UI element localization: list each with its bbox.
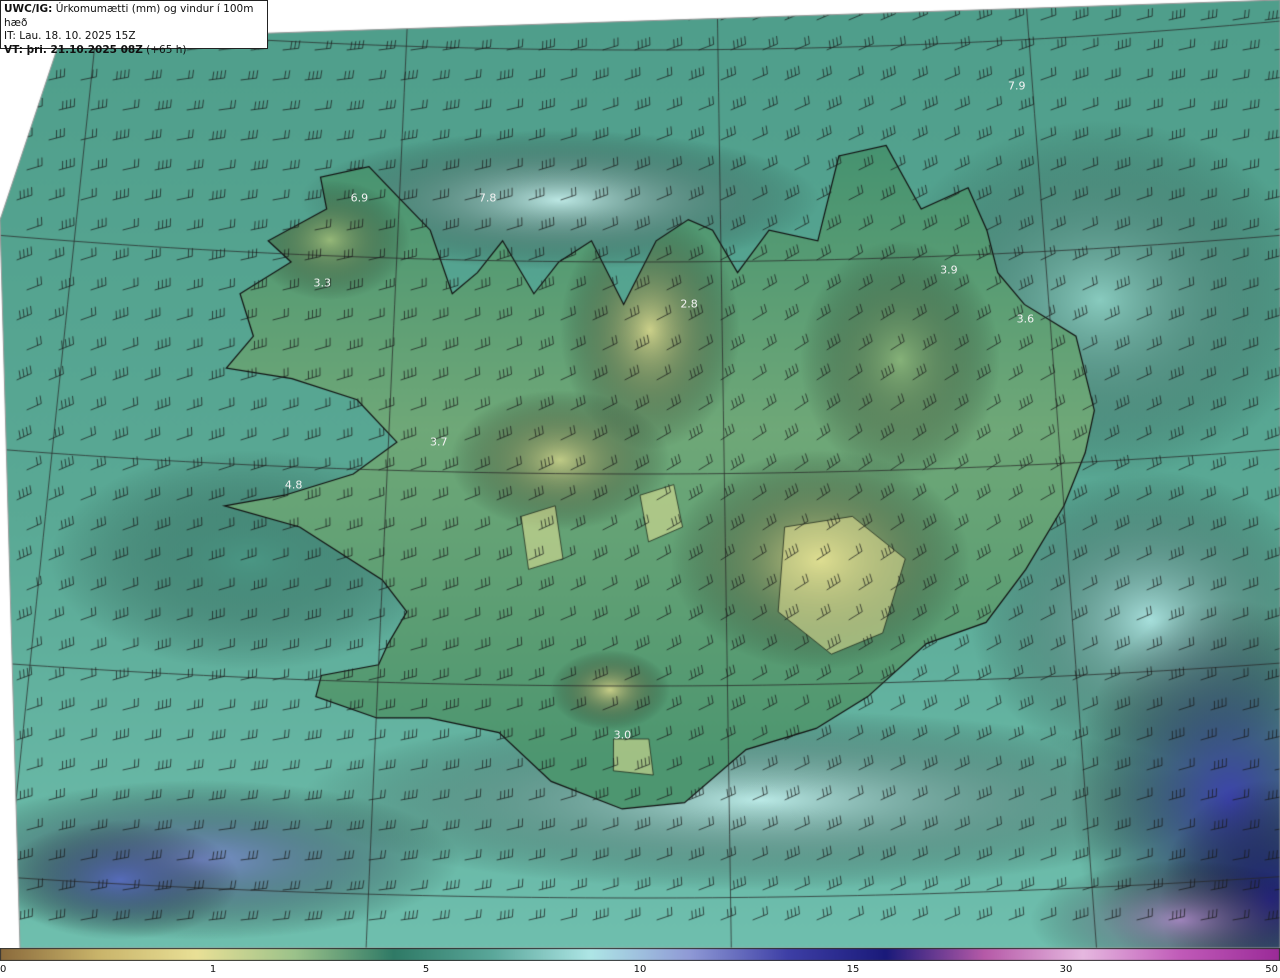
colorbar-tick-label: 5 <box>422 964 430 975</box>
colorbar-tick-label: 30 <box>1059 964 1073 975</box>
map-value-label: 2.8 <box>680 297 698 311</box>
map-value-label: 6.9 <box>350 191 369 205</box>
map-value-label: 3.0 <box>613 728 632 742</box>
colorbar-tick-label: 15 <box>846 964 860 975</box>
precipitation-wind-map <box>0 0 1280 948</box>
map-value-label: 3.7 <box>430 435 448 449</box>
valid-time-line: VT: þri. 21.10.2025 08Z (+65 h) <box>4 44 264 58</box>
colorbar-legend: 0 1 5 10 15 30 50 <box>0 948 1280 978</box>
colorbar <box>0 948 1280 961</box>
initial-time-line: IT: Lau. 18. 10. 2025 15Z <box>4 30 264 44</box>
map-info-box: UWC/IG: Úrkomumætti (mm) og vindur í 100… <box>0 0 268 56</box>
initial-time-value: Lau. 18. 10. 2025 15Z <box>15 30 136 42</box>
title-line: UWC/IG: Úrkomumætti (mm) og vindur í 100… <box>4 3 264 30</box>
map-value-label: 7.9 <box>1008 79 1026 93</box>
model-code: UWC/IG: <box>4 3 53 15</box>
valid-time-suffix: (+65 h) <box>142 43 187 56</box>
map-value-label: 4.8 <box>284 478 303 492</box>
map-value-label: 7.8 <box>478 191 497 205</box>
map-value-label: 3.6 <box>1016 312 1035 326</box>
colorbar-tick-label: 10 <box>633 964 647 975</box>
valid-time-label: VT: þri. 21.10.2025 08Z <box>4 43 143 56</box>
map-value-label: 3.3 <box>313 276 332 290</box>
colorbar-tick-label: 50 <box>1265 964 1278 975</box>
colorbar-tick-label: 0 <box>0 964 7 975</box>
colorbar-tick-label: 1 <box>209 964 217 975</box>
initial-time-label: IT: <box>4 30 16 42</box>
map-value-label: 3.9 <box>940 263 958 277</box>
